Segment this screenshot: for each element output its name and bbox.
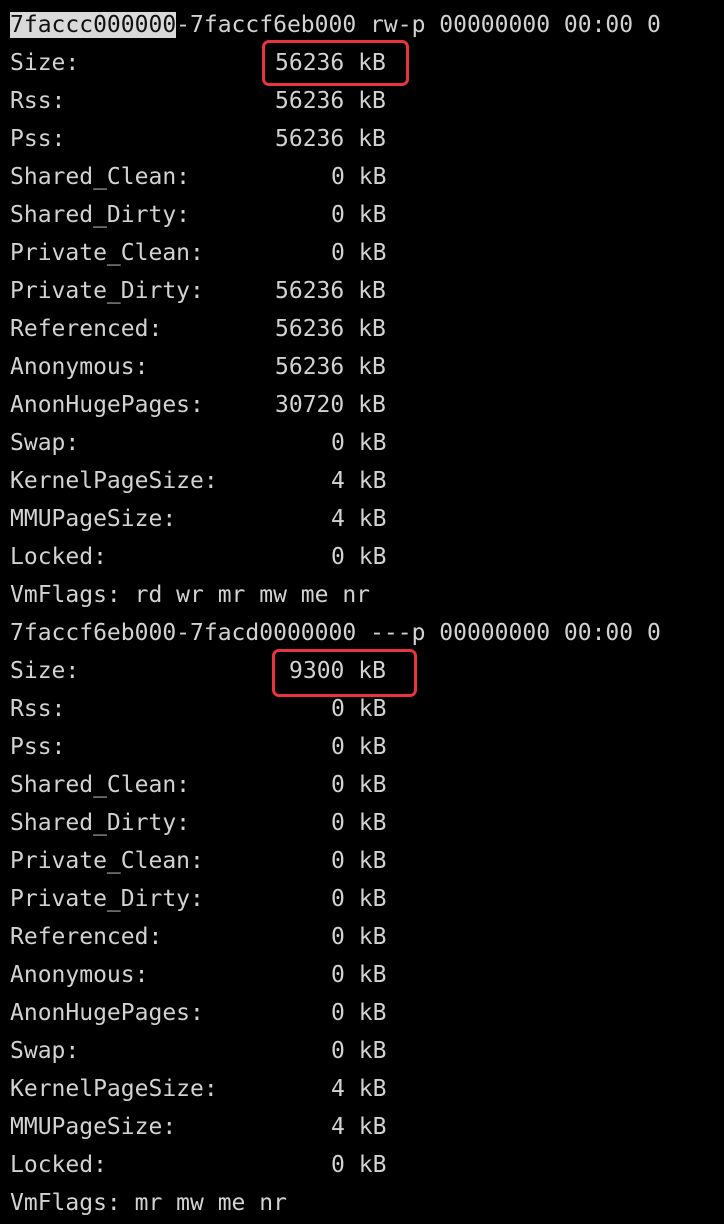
row-value: 56236 kB xyxy=(275,354,386,380)
mapping-1-header: 7faccc000000-7faccf6eb000 rw-p 00000000 … xyxy=(10,6,661,44)
mapping-2-locked-row: Locked: 0 kB xyxy=(10,1146,386,1184)
mapping-2-private-clean-row: Private_Clean: 0 kB xyxy=(10,842,386,880)
row-key: Private_Clean: xyxy=(10,240,204,266)
mapping-1-locked-row: Locked: 0 kB xyxy=(10,538,386,576)
mapping-1-rss-row: Rss: 56236 kB xyxy=(10,82,386,120)
row-key: Pss: xyxy=(10,126,66,152)
mapping-1-kernelpagesize-row: KernelPageSize: 4 kB xyxy=(10,462,386,500)
mapping-2-header: 7faccf6eb000-7facd0000000 ---p 00000000 … xyxy=(10,620,661,646)
row-key: Rss: xyxy=(10,696,66,722)
mapping-2-private-dirty-row: Private_Dirty: 0 kB xyxy=(10,880,386,918)
row-value: 4 kB xyxy=(331,1114,387,1140)
row-key: Private_Dirty: xyxy=(10,886,204,912)
mapping-1-anonhugepages-row: AnonHugePages: 30720 kB xyxy=(10,386,386,424)
mapping-2-vmflags: VmFlags: mr mw me nr xyxy=(10,1190,287,1216)
mapping-2-kernelpagesize-row: KernelPageSize: 4 kB xyxy=(10,1070,386,1108)
mapping-1-vmflags: VmFlags: rd wr mr mw me nr xyxy=(10,582,371,608)
row-key: Private_Clean: xyxy=(10,848,204,874)
row-key: Anonymous: xyxy=(10,354,149,380)
mapping-1-size-row: Size: 56236 kB xyxy=(10,44,386,82)
row-key: Referenced: xyxy=(10,924,163,950)
row-key: Anonymous: xyxy=(10,962,149,988)
mapping-1-shared-dirty-row: Shared_Dirty: 0 kB xyxy=(10,196,386,234)
mapping-1-mmupagesize-row: MMUPageSize: 4 kB xyxy=(10,500,386,538)
row-key: Size: xyxy=(10,658,80,684)
row-key: KernelPageSize: xyxy=(10,468,218,494)
highlight-box-size-1 xyxy=(262,40,409,86)
row-value: 4 kB xyxy=(331,1076,387,1102)
row-key: KernelPageSize: xyxy=(10,1076,218,1102)
mapping-2-shared-dirty-row: Shared_Dirty: 0 kB xyxy=(10,804,386,842)
mapping-2-rss-row: Rss: 0 kB xyxy=(10,690,386,728)
mapping-2-anonymous-row: Anonymous: 0 kB xyxy=(10,956,386,994)
mapping-1-header-rest: -7faccf6eb000 rw-p 00000000 00:00 0 xyxy=(176,12,661,38)
row-key: AnonHugePages: xyxy=(10,392,204,418)
row-key: Shared_Dirty: xyxy=(10,202,191,228)
row-value: 56236 kB xyxy=(275,278,386,304)
highlight-box-size-2 xyxy=(272,649,417,697)
row-value: 0 kB xyxy=(331,848,387,874)
row-value: 0 kB xyxy=(331,164,387,190)
mapping-2-shared-clean-row: Shared_Clean: 0 kB xyxy=(10,766,386,804)
row-value: 0 kB xyxy=(331,924,387,950)
row-value: 0 kB xyxy=(331,886,387,912)
row-key: Shared_Dirty: xyxy=(10,810,191,836)
row-key: Referenced: xyxy=(10,316,163,342)
row-key: Swap: xyxy=(10,1038,80,1064)
row-key: Locked: xyxy=(10,544,107,570)
row-value: 4 kB xyxy=(331,506,387,532)
mapping-2-size-row: Size: 9300 kB xyxy=(10,652,386,690)
row-value: 0 kB xyxy=(331,1038,387,1064)
row-value: 30720 kB xyxy=(275,392,386,418)
row-key: Private_Dirty: xyxy=(10,278,204,304)
mapping-1-anonymous-row: Anonymous: 56236 kB xyxy=(10,348,386,386)
mapping-2-anonhugepages-row: AnonHugePages: 0 kB xyxy=(10,994,386,1032)
row-value: 0 kB xyxy=(331,544,387,570)
terminal-output[interactable]: 7faccc000000-7faccf6eb000 rw-p 00000000 … xyxy=(0,0,724,1224)
mapping-2-referenced-row: Referenced: 0 kB xyxy=(10,918,386,956)
row-key: Pss: xyxy=(10,734,66,760)
row-value: 0 kB xyxy=(331,772,387,798)
row-value: 56236 kB xyxy=(275,126,386,152)
row-key: Locked: xyxy=(10,1152,107,1178)
mapping-1-pss-row: Pss: 56236 kB xyxy=(10,120,386,158)
mapping-2-mmupagesize-row: MMUPageSize: 4 kB xyxy=(10,1108,386,1146)
row-key: Size: xyxy=(10,50,80,76)
row-key: MMUPageSize: xyxy=(10,1114,177,1140)
row-key: Shared_Clean: xyxy=(10,772,191,798)
row-value: 4 kB xyxy=(331,468,387,494)
mapping-1-private-clean-row: Private_Clean: 0 kB xyxy=(10,234,386,272)
row-value: 0 kB xyxy=(331,962,387,988)
mapping-1-referenced-row: Referenced: 56236 kB xyxy=(10,310,386,348)
row-value: 0 kB xyxy=(331,240,387,266)
row-value: 0 kB xyxy=(331,430,387,456)
row-value: 0 kB xyxy=(331,734,387,760)
row-value: 0 kB xyxy=(331,1000,387,1026)
mapping-1-swap-row: Swap: 0 kB xyxy=(10,424,386,462)
row-key: Rss: xyxy=(10,88,66,114)
row-key: Swap: xyxy=(10,430,80,456)
row-value: 56236 kB xyxy=(275,316,386,342)
row-value: 0 kB xyxy=(331,202,387,228)
mapping-1-shared-clean-row: Shared_Clean: 0 kB xyxy=(10,158,386,196)
row-value: 56236 kB xyxy=(275,88,386,114)
row-key: Shared_Clean: xyxy=(10,164,191,190)
row-key: AnonHugePages: xyxy=(10,1000,204,1026)
row-value: 0 kB xyxy=(331,810,387,836)
mapping-2-pss-row: Pss: 0 kB xyxy=(10,728,386,766)
row-value: 0 kB xyxy=(331,1152,387,1178)
selected-text: 7faccc000000 xyxy=(10,12,177,38)
mapping-2-swap-row: Swap: 0 kB xyxy=(10,1032,386,1070)
mapping-1-private-dirty-row: Private_Dirty: 56236 kB xyxy=(10,272,386,310)
row-key: MMUPageSize: xyxy=(10,506,177,532)
